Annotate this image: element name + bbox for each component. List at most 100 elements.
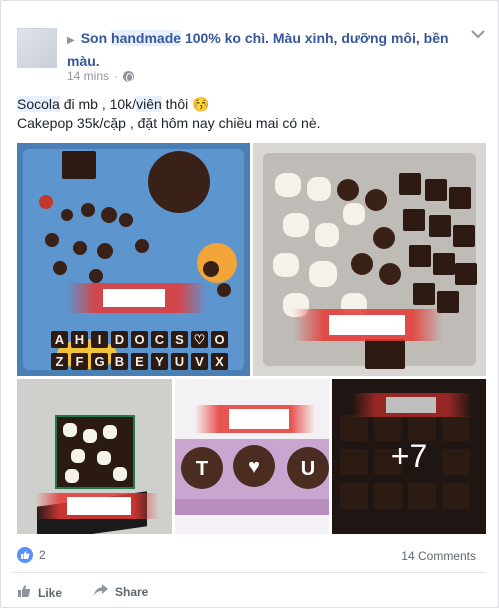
letter-tile: B	[111, 353, 128, 370]
heart-chocolate	[148, 151, 210, 213]
photo-3[interactable]	[17, 379, 172, 534]
letter-tile: C	[151, 331, 168, 348]
white-chocolate	[103, 425, 117, 439]
letter-tile: A	[51, 331, 68, 348]
photo-2[interactable]	[253, 143, 486, 376]
timestamp[interactable]: 14 mins	[67, 69, 109, 83]
post-line-1: Socola đi mb , 10k/viên thôi 😚	[17, 96, 210, 112]
letter-tile: E	[131, 353, 148, 370]
more-photos-overlay[interactable]: +7	[332, 379, 486, 534]
chocolate-piece	[81, 203, 95, 217]
likes-count: 2	[39, 548, 46, 562]
letter-tile: V	[191, 353, 208, 370]
white-chocolate	[283, 213, 309, 237]
post-body: Socola đi mb , 10k/viên thôi 😚 Cakepop 3…	[17, 95, 321, 133]
chocolate-piece	[119, 213, 133, 227]
love-chocolate	[409, 245, 431, 267]
chocolate-piece	[337, 179, 359, 201]
letter-tile: D	[111, 331, 128, 348]
white-chocolate	[315, 223, 339, 247]
share-arrow-icon: ▶	[67, 35, 75, 46]
letter-tile: G	[91, 353, 108, 370]
chocolate-piece	[101, 207, 117, 223]
chocolate-piece	[53, 261, 67, 275]
chocolate-piece	[365, 189, 387, 211]
white-chocolate	[309, 261, 337, 287]
photo-1[interactable]: A H I D O C S ♡ O Z F G B E Y U V X	[17, 143, 250, 376]
chocolate-piece	[61, 209, 73, 221]
post-card: ▶ Son handmade 100% ko chì. Màu xinh, dưỡ…	[0, 0, 499, 608]
white-chocolate	[275, 173, 301, 197]
comments-count[interactable]: 14 Comments	[401, 549, 476, 563]
share-button[interactable]: Share	[94, 584, 148, 599]
white-chocolate	[97, 451, 111, 465]
like-button[interactable]: Like	[17, 584, 62, 601]
letter-tile: X	[211, 353, 228, 370]
white-chocolate	[113, 467, 127, 481]
redaction-box	[103, 289, 165, 307]
love-chocolate	[403, 209, 425, 231]
love-chocolate	[453, 225, 475, 247]
share-icon	[94, 584, 108, 599]
white-chocolate	[273, 253, 299, 277]
page-link[interactable]: Son handmade 100% ko chì. Màu xinh, dưỡn…	[67, 30, 449, 69]
thumbs-up-icon	[17, 584, 31, 601]
chocolate-piece	[379, 263, 401, 285]
chocolate-piece	[62, 151, 96, 179]
letter-tile: H	[71, 331, 88, 348]
avatar[interactable]	[17, 28, 57, 68]
chocolate-piece	[89, 269, 103, 283]
letter-u: U	[300, 458, 316, 480]
chocolate-piece	[373, 227, 395, 249]
redaction-box	[329, 315, 405, 335]
like-label: Like	[38, 585, 63, 600]
like-reaction-icon	[17, 547, 33, 563]
chocolate-piece	[351, 253, 373, 275]
photo-5[interactable]: +7	[332, 379, 486, 534]
chocolate-piece	[73, 241, 87, 255]
letter-tile: S	[171, 331, 188, 348]
reactions-summary[interactable]: 2	[17, 547, 46, 563]
chevron-down-icon[interactable]	[471, 29, 485, 39]
divider	[13, 572, 486, 573]
white-chocolate	[307, 177, 331, 201]
love-chocolate	[399, 173, 421, 195]
heart-letter: ♥	[248, 456, 260, 478]
more-photos-count: +7	[390, 438, 428, 474]
chocolate-piece	[135, 239, 149, 253]
post-header: ▶ Son handmade 100% ko chì. Màu xinh, dưỡ…	[67, 28, 467, 71]
white-chocolate	[83, 429, 97, 443]
redaction-box	[67, 497, 131, 515]
chocolate-piece	[203, 261, 219, 277]
love-chocolate	[425, 179, 447, 201]
love-chocolate	[413, 283, 435, 305]
white-chocolate	[71, 449, 85, 463]
letter-tile: O	[131, 331, 148, 348]
letter-tile: F	[71, 353, 88, 370]
photo-4[interactable]: T ♥ U	[175, 379, 329, 534]
letter-tile: O	[211, 331, 228, 348]
letter-tile: U	[171, 353, 188, 370]
letter-tile: Z	[51, 353, 68, 370]
chocolate-piece	[45, 233, 59, 247]
post-meta: 14 mins ·	[67, 69, 135, 83]
love-chocolate	[433, 253, 455, 275]
white-chocolate	[343, 203, 365, 225]
chocolate-piece	[39, 195, 53, 209]
letter-tile: ♡	[191, 331, 208, 348]
share-label: Share	[115, 584, 149, 599]
chocolate-piece	[97, 243, 113, 259]
white-chocolate	[65, 469, 79, 483]
chocolate-piece	[217, 283, 231, 297]
heart-chocolate	[365, 339, 405, 369]
letter-tile: Y	[151, 353, 168, 370]
post-line-2: Cakepop 35k/cặp , đặt hôm nay chiều mai …	[17, 115, 321, 131]
redaction-box	[229, 409, 289, 429]
globe-icon[interactable]	[123, 70, 135, 82]
love-chocolate	[429, 215, 451, 237]
love-chocolate	[455, 263, 477, 285]
box-base	[175, 499, 329, 515]
love-chocolate	[449, 187, 471, 209]
letter-tile: I	[91, 331, 108, 348]
letter-t: T	[195, 458, 209, 480]
